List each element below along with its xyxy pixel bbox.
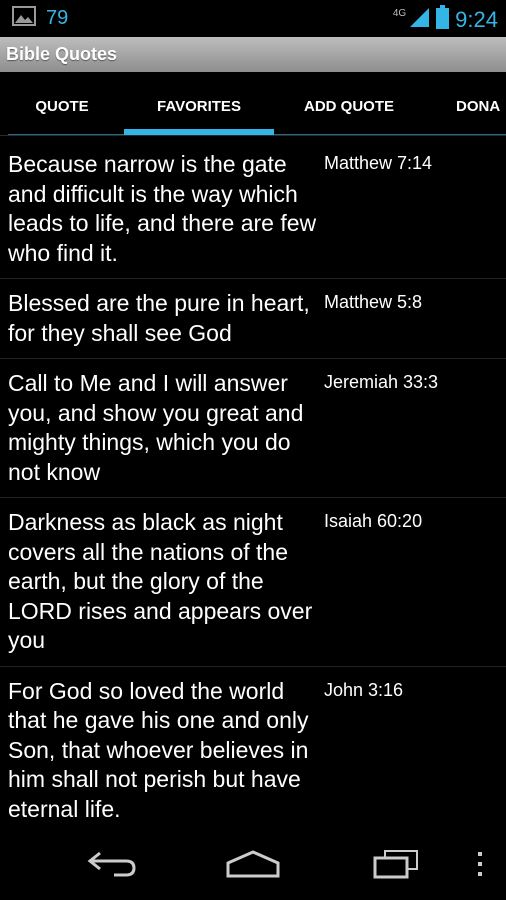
quote-text: Call to Me and I will answer you, and sh… xyxy=(8,370,304,485)
tab-favorites[interactable]: FAVORITES xyxy=(124,72,274,135)
selected-tab-indicator xyxy=(124,129,274,135)
tab-donate[interactable]: DONA xyxy=(424,72,506,135)
action-bar: Bible Quotes xyxy=(0,37,506,73)
quote-reference: John 3:16 xyxy=(324,679,404,700)
clock: 9:24 xyxy=(455,6,498,32)
image-icon xyxy=(12,6,36,31)
quote-reference: Jeremiah 33:3 xyxy=(324,372,439,392)
quote-reference: Matthew 7:14 xyxy=(324,153,433,173)
navigation-bar xyxy=(0,832,506,900)
overflow-menu-button[interactable] xyxy=(460,842,500,890)
quote-text: For God so loved the world that he gave … xyxy=(8,677,309,822)
list-item[interactable]: Blessed are the pure in heart, for they … xyxy=(0,279,506,359)
status-notifications: 79 xyxy=(12,6,68,31)
battery-icon xyxy=(436,5,450,34)
back-icon xyxy=(86,849,138,884)
status-indicators: 4G 9:24 xyxy=(393,5,498,34)
tab-quote[interactable]: QUOTE xyxy=(0,72,124,135)
recents-button[interactable] xyxy=(356,842,436,890)
home-icon xyxy=(225,849,281,884)
quote-list[interactable]: Because narrow is the gate and difficult… xyxy=(0,140,506,830)
tab-add-quote[interactable]: ADD QUOTE xyxy=(274,72,424,135)
quote-text: Blessed are the pure in heart, for they … xyxy=(8,290,310,346)
list-item[interactable]: Because narrow is the gate and difficult… xyxy=(0,140,506,279)
quote-reference: Matthew 5:8 xyxy=(324,292,423,312)
network-type: 4G xyxy=(392,8,407,19)
notification-count: 79 xyxy=(46,7,69,29)
list-item[interactable]: Call to Me and I will answer you, and sh… xyxy=(0,359,506,498)
list-item[interactable]: Darkness as black as night covers all th… xyxy=(0,498,506,667)
tab-bar: QUOTE FAVORITES ADD QUOTE DONA xyxy=(0,72,506,136)
quote-text: Because narrow is the gate and difficult… xyxy=(8,151,317,266)
status-bar: 79 4G 9:24 xyxy=(0,0,506,37)
back-button[interactable] xyxy=(72,842,152,890)
quote-reference: Isaiah 60:20 xyxy=(324,511,423,531)
quote-text: Darkness as black as night covers all th… xyxy=(8,509,313,653)
signal-icon xyxy=(408,6,430,33)
list-item[interactable]: For God so loved the world that he gave … xyxy=(0,667,506,831)
recents-icon xyxy=(371,849,421,884)
home-button[interactable] xyxy=(213,842,293,890)
overflow-menu-icon xyxy=(477,851,483,882)
app-title: Bible Quotes xyxy=(6,44,118,64)
